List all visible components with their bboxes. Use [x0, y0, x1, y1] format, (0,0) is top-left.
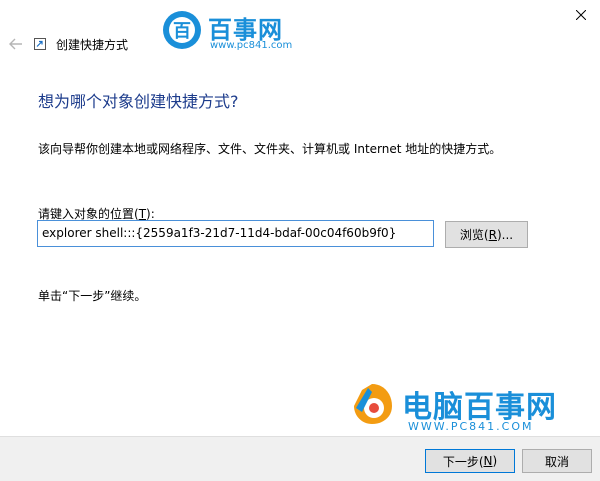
- watermark-top-url: www.pc841.com: [210, 40, 293, 51]
- next-button[interactable]: 下一步(N): [425, 449, 515, 473]
- window-title: 创建快捷方式: [56, 38, 129, 52]
- pc841-logo-icon: [354, 384, 392, 424]
- continue-hint: 单击“下一步”继续。: [38, 289, 147, 303]
- page-heading: 想为哪个对象创建快捷方式?: [38, 92, 239, 111]
- bai-badge-icon: 百: [163, 11, 201, 49]
- wizard-description: 该向导帮你创建本地或网络程序、文件、文件夹、计算机或 Internet 地址的快…: [38, 142, 502, 156]
- dialog-footer: 下一步(N) 取消: [0, 436, 600, 481]
- shortcut-app-icon: [34, 38, 46, 50]
- browse-button[interactable]: 浏览(R)...: [445, 221, 528, 248]
- watermark-bottom-url: WWW.PC841.COM: [408, 420, 534, 433]
- cancel-button[interactable]: 取消: [522, 449, 592, 473]
- back-arrow-icon: [9, 38, 22, 50]
- close-icon: [576, 10, 586, 20]
- close-button[interactable]: [568, 4, 594, 26]
- title-bar: 创建快捷方式: [0, 0, 600, 66]
- back-button[interactable]: [4, 32, 28, 56]
- svg-text:百: 百: [173, 21, 191, 42]
- watermark-bottom: 电脑百事网 WWW.PC841.COM: [350, 380, 570, 440]
- create-shortcut-dialog: 创建快捷方式 百 百事网 www.pc841.com 想为哪个对象创建快捷方式?…: [0, 0, 600, 481]
- watermark-top: 百 百事网 www.pc841.com: [154, 4, 294, 58]
- location-input[interactable]: explorer shell:::{2559a1f3-21d7-11d4-bda…: [37, 220, 434, 247]
